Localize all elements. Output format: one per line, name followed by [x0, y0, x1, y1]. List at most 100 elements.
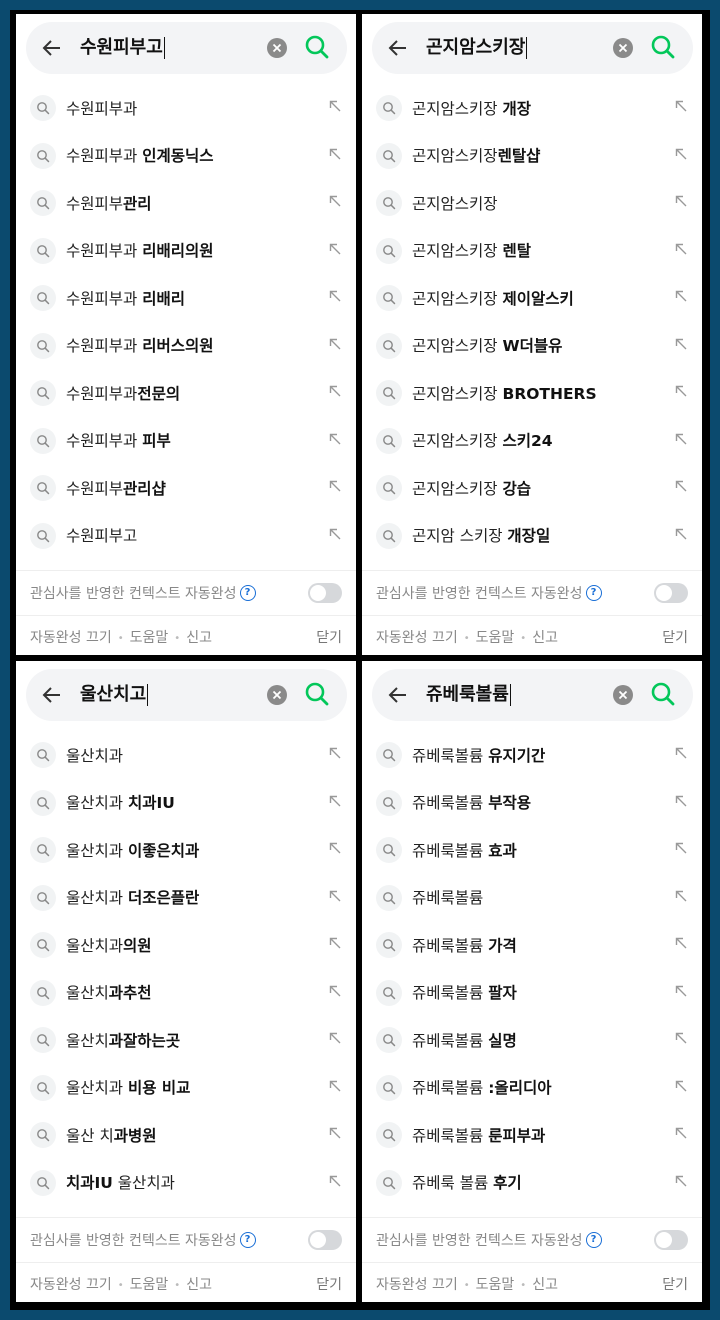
fill-query-arrow-icon[interactable]: [674, 1031, 688, 1045]
fill-query-arrow-icon[interactable]: [328, 794, 342, 808]
fill-query-arrow-icon[interactable]: [674, 242, 688, 256]
fill-query-arrow-icon[interactable]: [328, 1031, 342, 1045]
suggestion-item[interactable]: 쥬베룩볼륨 가격: [362, 921, 702, 969]
fill-query-arrow-icon[interactable]: [674, 841, 688, 855]
suggestion-item[interactable]: 곤지암스키장 W더블유: [362, 322, 702, 370]
suggestion-item[interactable]: 곤지암 스키장 개장일: [362, 512, 702, 560]
suggestion-item[interactable]: 쥬베룩볼륨 룬피부과: [362, 1111, 702, 1159]
suggestion-item[interactable]: 쥬베룩볼륨 팔자: [362, 969, 702, 1017]
fill-query-arrow-icon[interactable]: [674, 527, 688, 541]
suggestion-item[interactable]: 쥬베룩볼륨 실명: [362, 1016, 702, 1064]
suggestion-item[interactable]: 쥬베룩볼륨 :올리디아: [362, 1064, 702, 1112]
fill-query-arrow-icon[interactable]: [328, 1174, 342, 1188]
suggestion-item[interactable]: 수원피부관리샵: [16, 464, 356, 512]
clear-icon[interactable]: [613, 38, 633, 58]
fill-query-arrow-icon[interactable]: [328, 194, 342, 208]
suggestion-item[interactable]: 울산치과 더조은플란: [16, 874, 356, 922]
suggestion-item[interactable]: 울산치과추천: [16, 969, 356, 1017]
context-autocomplete-toggle[interactable]: [654, 1230, 688, 1250]
help-link[interactable]: 도움말: [130, 630, 169, 646]
suggestion-item[interactable]: 수원피부과 리배리: [16, 274, 356, 322]
suggestion-item[interactable]: 울산치과잘하는곳: [16, 1016, 356, 1064]
context-autocomplete-toggle[interactable]: [308, 1230, 342, 1250]
autocomplete-off-link[interactable]: 자동완성 끄기: [376, 1277, 458, 1293]
suggestion-item[interactable]: 곤지암스키장렌탈샵: [362, 132, 702, 180]
fill-query-arrow-icon[interactable]: [328, 147, 342, 161]
report-link[interactable]: 신고: [532, 1277, 558, 1293]
suggestion-item[interactable]: 쥬베룩볼륨 효과: [362, 826, 702, 874]
close-link[interactable]: 닫기: [316, 1274, 342, 1294]
fill-query-arrow-icon[interactable]: [328, 889, 342, 903]
search-icon[interactable]: [650, 34, 676, 60]
report-link[interactable]: 신고: [186, 630, 212, 646]
suggestion-item[interactable]: 울산치과: [16, 731, 356, 779]
suggestion-item[interactable]: 곤지암스키장 스키24: [362, 417, 702, 465]
context-autocomplete-toggle[interactable]: [654, 583, 688, 603]
suggestion-item[interactable]: 쥬베룩볼륨 유지기간: [362, 731, 702, 779]
suggestion-item[interactable]: 수원피부고: [16, 512, 356, 560]
suggestion-item[interactable]: 곤지암스키장 강습: [362, 464, 702, 512]
fill-query-arrow-icon[interactable]: [328, 242, 342, 256]
fill-query-arrow-icon[interactable]: [674, 337, 688, 351]
suggestion-item[interactable]: 수원피부과 인계동닉스: [16, 132, 356, 180]
suggestion-item[interactable]: 수원피부과 피부: [16, 417, 356, 465]
fill-query-arrow-icon[interactable]: [674, 794, 688, 808]
fill-query-arrow-icon[interactable]: [328, 527, 342, 541]
fill-query-arrow-icon[interactable]: [328, 384, 342, 398]
autocomplete-off-link[interactable]: 자동완성 끄기: [30, 1277, 112, 1293]
autocomplete-off-link[interactable]: 자동완성 끄기: [376, 630, 458, 646]
suggestion-item[interactable]: 울산치과의원: [16, 921, 356, 969]
help-link[interactable]: 도움말: [476, 1277, 515, 1293]
report-link[interactable]: 신고: [532, 630, 558, 646]
help-link[interactable]: 도움말: [130, 1277, 169, 1293]
report-link[interactable]: 신고: [186, 1277, 212, 1293]
suggestion-item[interactable]: 곤지암스키장 개장: [362, 84, 702, 132]
context-autocomplete-toggle[interactable]: [308, 583, 342, 603]
fill-query-arrow-icon[interactable]: [674, 936, 688, 950]
fill-query-arrow-icon[interactable]: [328, 479, 342, 493]
fill-query-arrow-icon[interactable]: [674, 289, 688, 303]
fill-query-arrow-icon[interactable]: [674, 99, 688, 113]
suggestion-item[interactable]: 수원피부관리: [16, 179, 356, 227]
suggestion-item[interactable]: 곤지암스키장 렌탈: [362, 227, 702, 275]
fill-query-arrow-icon[interactable]: [674, 889, 688, 903]
search-icon[interactable]: [304, 681, 330, 707]
suggestion-item[interactable]: 쥬베룩볼륨: [362, 874, 702, 922]
suggestion-item[interactable]: 쥬베룩볼륨 부작용: [362, 779, 702, 827]
help-icon[interactable]: ?: [239, 584, 256, 601]
suggestion-item[interactable]: 울산치과 이좋은치과: [16, 826, 356, 874]
fill-query-arrow-icon[interactable]: [674, 147, 688, 161]
help-icon[interactable]: ?: [585, 584, 602, 601]
suggestion-item[interactable]: 수원피부과 리버스의원: [16, 322, 356, 370]
fill-query-arrow-icon[interactable]: [328, 1079, 342, 1093]
clear-icon[interactable]: [613, 685, 633, 705]
suggestion-item[interactable]: 울산 치과병원: [16, 1111, 356, 1159]
suggestion-item[interactable]: 곤지암스키장: [362, 179, 702, 227]
fill-query-arrow-icon[interactable]: [328, 99, 342, 113]
help-link[interactable]: 도움말: [476, 630, 515, 646]
suggestion-item[interactable]: 울산치과 치과IU: [16, 779, 356, 827]
fill-query-arrow-icon[interactable]: [674, 384, 688, 398]
back-arrow-icon[interactable]: [40, 683, 64, 707]
fill-query-arrow-icon[interactable]: [328, 432, 342, 446]
search-icon[interactable]: [304, 34, 330, 60]
back-arrow-icon[interactable]: [40, 36, 64, 60]
fill-query-arrow-icon[interactable]: [674, 479, 688, 493]
suggestion-item[interactable]: 치과IU 울산치과: [16, 1159, 356, 1207]
autocomplete-off-link[interactable]: 자동완성 끄기: [30, 630, 112, 646]
suggestion-item[interactable]: 울산치과 비용 비교: [16, 1064, 356, 1112]
fill-query-arrow-icon[interactable]: [674, 1174, 688, 1188]
search-input[interactable]: 곤지암스키장: [426, 22, 528, 74]
back-arrow-icon[interactable]: [386, 683, 410, 707]
close-link[interactable]: 닫기: [662, 1274, 688, 1294]
help-icon[interactable]: ?: [585, 1231, 602, 1248]
fill-query-arrow-icon[interactable]: [328, 337, 342, 351]
suggestion-item[interactable]: 곤지암스키장 BROTHERS: [362, 369, 702, 417]
clear-icon[interactable]: [267, 38, 287, 58]
fill-query-arrow-icon[interactable]: [328, 746, 342, 760]
suggestion-item[interactable]: 쥬베룩 볼륨 후기: [362, 1159, 702, 1207]
fill-query-arrow-icon[interactable]: [674, 1079, 688, 1093]
fill-query-arrow-icon[interactable]: [328, 936, 342, 950]
fill-query-arrow-icon[interactable]: [674, 984, 688, 998]
search-input[interactable]: 울산치고: [80, 669, 149, 721]
